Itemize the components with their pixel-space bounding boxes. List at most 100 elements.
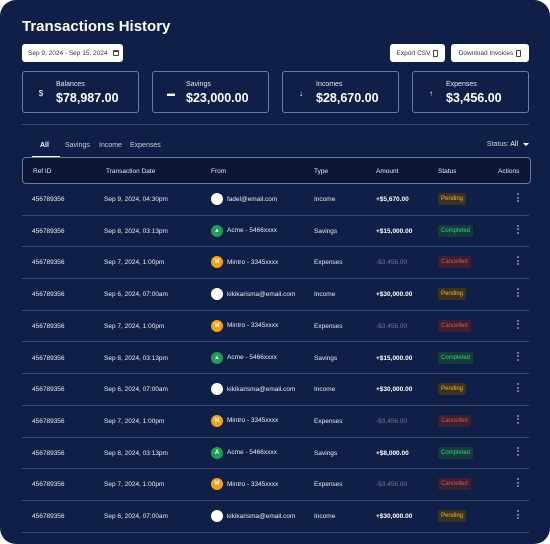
from-name: Acme - 5466xxxx (227, 449, 277, 457)
date-range-label: Sep 9, 2024 - Sep 15, 2024 (28, 49, 108, 57)
avatar: M (211, 478, 223, 491)
avatar: ▲ (211, 224, 223, 237)
export-csv-button[interactable]: Export CSV (390, 44, 445, 62)
more-actions-icon[interactable] (516, 193, 520, 202)
status-badge: Completed (438, 224, 474, 237)
transaction-type: Income (314, 291, 336, 299)
status-badge: Pending (438, 383, 467, 396)
calendar-icon (112, 50, 119, 56)
more-actions-icon[interactable] (516, 383, 520, 393)
table-row[interactable]: 456789356 Sep 9, 2024, 04:30pm fadel@email… (22, 184, 529, 216)
tab-income[interactable]: Income (99, 142, 122, 149)
avatar: A (211, 446, 223, 459)
from-cell: A Acme - 5466xxxx (211, 446, 277, 459)
tab-expenses[interactable]: Expenses (130, 142, 161, 149)
table-row[interactable]: 456789356 Sep 7, 2024, 1:00pm M Mintro - 33… (22, 406, 529, 438)
avatar (211, 510, 223, 522)
card-value: $23,000.00 (186, 91, 249, 105)
amount: +$30,000.00 (376, 291, 413, 299)
page-title: Transactions History (22, 18, 171, 35)
from-name: Acme - 5466xxxx (227, 354, 277, 361)
table-row[interactable]: 456789356 Sep 7, 2024, 1:00pm M Mintro - 33… (22, 247, 529, 280)
transaction-date: Sep 9, 2024, 04:30pm (104, 196, 168, 203)
transaction-date: Sep 7, 2024, 1:00pm (104, 259, 165, 267)
status-badge: Pending (438, 193, 467, 205)
transaction-type: Expenses (314, 417, 343, 425)
invoice-icon (516, 49, 522, 57)
wallet-icon: ▬ (167, 89, 175, 98)
from-cell: fadel@email.com (211, 193, 277, 205)
amount: +$15,000.00 (376, 227, 413, 235)
column-header: Transaction Date (106, 168, 156, 175)
incomes-card: ↓ Incomes $28,670.00 (282, 71, 399, 113)
tab-all[interactable]: All (40, 142, 49, 149)
table-row[interactable]: 456789356 Sep 6, 2024, 07:00am kikikarisma… (22, 374, 529, 406)
transaction-date: Sep 8, 2024, 03:13pm (104, 449, 168, 457)
from-name: Mintro - 3345xxxx (227, 417, 279, 425)
more-actions-icon[interactable] (516, 446, 520, 456)
tab-savings[interactable]: Savings (65, 142, 90, 149)
more-actions-icon[interactable] (516, 414, 520, 424)
ref-id: 456789356 (32, 481, 65, 489)
status-filter-dropdown[interactable]: Status: All (487, 141, 529, 148)
table-row[interactable]: 456789356 Sep 7, 2024, 1:00pm M Mintro - 33… (22, 311, 529, 343)
ref-id: 456789356 (32, 322, 65, 330)
status-badge: Cancelled (438, 414, 471, 427)
column-header: Ref ID (33, 168, 52, 175)
transaction-date: Sep 6, 2024, 07:00am (104, 513, 168, 520)
status-filter-value: All (510, 141, 519, 148)
from-name: Mintro - 3345xxxx (227, 258, 279, 266)
column-header: From (211, 168, 227, 175)
amount: +$15,000.00 (376, 354, 413, 362)
more-actions-icon[interactable] (516, 478, 520, 488)
column-header: Amount (376, 168, 399, 175)
amount: +$5,670.00 (376, 196, 409, 203)
table-row[interactable]: 456789356 Sep 8, 2024, 03:13pm ▲ Acme - 546… (22, 216, 529, 248)
from-name: Acme - 5466xxxx (227, 227, 277, 235)
amount: -$3,456.00 (376, 259, 408, 267)
status-badge: Cancelled (438, 478, 471, 491)
from-name: Mintro - 3345xxxx (227, 480, 279, 488)
more-actions-icon[interactable] (516, 224, 520, 234)
more-actions-icon[interactable] (516, 288, 520, 298)
from-cell: M Mintro - 3345xxxx (211, 478, 279, 491)
table-row[interactable]: 456789356 Sep 6, 2024, 07:00am kikikarisma… (22, 501, 529, 533)
date-range-picker[interactable]: Sep 9, 2024 - Sep 15, 2024 (22, 44, 123, 62)
status-badge: Pending (438, 510, 467, 522)
table-row[interactable]: 456789356 Sep 8, 2024, 03:13pm ▲ Acme - 546… (22, 343, 529, 375)
from-name: kikikarisma@email.com (227, 290, 296, 298)
card-label: Expenses (446, 81, 477, 88)
download-invoices-button[interactable]: Download Invoices (451, 44, 529, 62)
table-row[interactable]: 456789356 Sep 7, 2024, 1:00pm M Mintro - 33… (22, 469, 529, 501)
amount: -$3,456.00 (376, 417, 408, 425)
ref-id: 456789356 (32, 449, 65, 457)
dollar-icon: $ (38, 89, 44, 98)
from-cell: M Mintro - 3345xxxx (211, 319, 279, 332)
transaction-date: Sep 6, 2024, 07:00am (104, 291, 168, 299)
more-actions-icon[interactable] (516, 351, 520, 361)
amount: -$3,456.00 (376, 322, 408, 330)
card-value: $28,670.00 (316, 91, 379, 105)
expenses-card: ↑ Expenses $3,456.00 (412, 71, 529, 113)
avatar (211, 383, 223, 396)
amount: +$8,000.00 (376, 449, 409, 457)
transaction-type: Expenses (314, 259, 343, 267)
arrow-up-icon: ↑ (429, 89, 433, 98)
status-badge: Pending (438, 288, 467, 301)
amount: -$3,456.00 (376, 481, 408, 489)
more-actions-icon[interactable] (516, 319, 520, 329)
column-header: Status (438, 168, 457, 175)
table-row[interactable]: 456789356 Sep 8, 2024, 03:13pm A Acme - 546… (22, 438, 529, 470)
status-filter-label: Status: (486, 141, 509, 148)
from-cell: M Mintro - 3345xxxx (211, 256, 279, 269)
avatar: M (211, 319, 223, 332)
from-cell: kikikarisma@email.com (211, 383, 295, 396)
table-row[interactable]: 456789356 Sep 6, 2024, 07:00am kikikarisma… (22, 279, 529, 311)
savings-card: ▬ Savings $23,000.00 (152, 71, 269, 113)
from-name: Mintro - 3345xxxx (227, 322, 279, 330)
from-name: kikikarisma@email.com (227, 512, 296, 520)
card-value: $78,987.00 (56, 91, 119, 105)
avatar: ▲ (211, 351, 223, 364)
more-actions-icon[interactable] (516, 256, 520, 266)
more-actions-icon[interactable] (516, 510, 520, 519)
